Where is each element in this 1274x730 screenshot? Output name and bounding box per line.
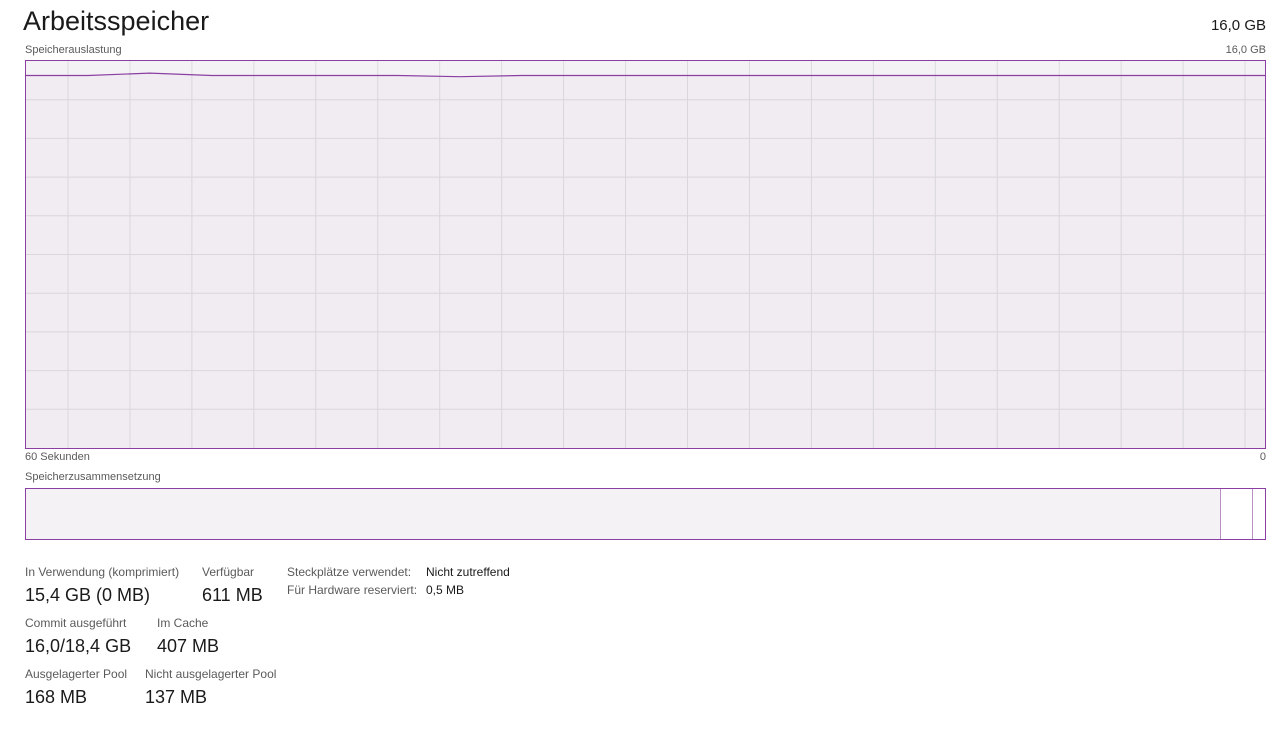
hw-reserved-label: Für Hardware reserviert: bbox=[287, 583, 418, 597]
composition-in-use-segment bbox=[26, 489, 1221, 539]
total-capacity: 16,0 GB bbox=[1210, 17, 1266, 34]
graph-time-left-label: 60 Sekunden bbox=[25, 451, 90, 463]
composition-standby-segment bbox=[1221, 489, 1253, 539]
available-label: Verfügbar bbox=[202, 565, 255, 579]
nonpaged-pool-label: Nicht ausgelagerter Pool bbox=[145, 667, 277, 681]
memory-usage-graph bbox=[25, 60, 1266, 449]
paged-pool-value: 168 MB bbox=[25, 687, 88, 707]
slots-label: Steckplätze verwendet: bbox=[287, 565, 412, 579]
paged-pool-label: Ausgelagerter Pool bbox=[25, 667, 128, 681]
nonpaged-pool-value: 137 MB bbox=[145, 687, 208, 707]
in-use-label: In Verwendung (komprimiert) bbox=[25, 565, 180, 579]
committed-label: Commit ausgeführt bbox=[25, 616, 127, 630]
usage-area bbox=[26, 73, 1265, 448]
committed-value: 16,0/18,4 GB bbox=[25, 636, 132, 656]
cached-value: 407 MB bbox=[157, 636, 220, 656]
cached-label: Im Cache bbox=[157, 616, 209, 630]
usage-graph-max-label: 16,0 GB bbox=[1225, 44, 1266, 56]
memory-usage-chart bbox=[26, 61, 1265, 448]
graph-time-right-label: 0 bbox=[1259, 451, 1266, 463]
available-value: 611 MB bbox=[202, 585, 263, 605]
memory-composition-bar bbox=[25, 488, 1266, 540]
slots-value: Nicht zutreffend bbox=[426, 565, 510, 579]
hw-reserved-value: 0,5 MB bbox=[426, 583, 465, 597]
composition-free-segment bbox=[1253, 489, 1265, 539]
in-use-value: 15,4 GB (0 MB) bbox=[25, 585, 151, 605]
composition-label: Speicherzusammensetzung bbox=[25, 471, 161, 483]
usage-graph-label: Speicherauslastung bbox=[25, 44, 122, 56]
page-title: Arbeitsspeicher bbox=[23, 6, 210, 36]
